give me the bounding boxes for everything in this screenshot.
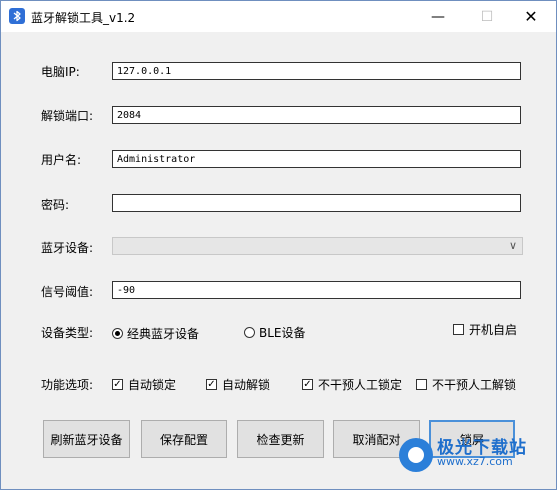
port-input[interactable]: 2084 bbox=[112, 106, 521, 124]
auto-lock-label: 自动锁定 bbox=[128, 378, 177, 392]
checkmark-icon: ✓ bbox=[112, 379, 123, 390]
auto-lock-checkbox[interactable]: ✓ 自动锁定 bbox=[112, 376, 176, 393]
radio-classic-bluetooth[interactable]: 经典蓝牙设备 bbox=[112, 325, 199, 342]
minimize-button[interactable]: — bbox=[415, 1, 461, 32]
no-manual-lock-checkbox[interactable]: ✓ 不干预人工锁定 bbox=[302, 376, 402, 393]
bluetooth-icon bbox=[9, 8, 25, 24]
threshold-label: 信号阈值: bbox=[41, 285, 94, 299]
radio-ble-label: BLE设备 bbox=[259, 326, 306, 340]
chevron-down-icon: ∨ bbox=[508, 239, 517, 252]
radio-unselected-icon bbox=[244, 327, 255, 338]
bt-device-select[interactable]: ∨ bbox=[112, 237, 523, 255]
username-input[interactable]: Administrator bbox=[112, 150, 521, 168]
radio-selected-icon bbox=[112, 328, 123, 339]
functions-label: 功能选项: bbox=[41, 378, 94, 392]
password-input[interactable] bbox=[112, 194, 521, 212]
app-window: 蓝牙解锁工具_v1.2 — ☐ ✕ 电脑IP: 127.0.0.1 解锁端口: … bbox=[0, 0, 557, 490]
no-manual-unlock-label: 不干预人工解锁 bbox=[432, 378, 517, 392]
radio-classic-label: 经典蓝牙设备 bbox=[127, 327, 200, 341]
no-manual-unlock-checkbox[interactable]: 不干预人工解锁 bbox=[416, 376, 516, 393]
watermark: 极光下载站 www.xz7.com bbox=[399, 438, 527, 472]
autostart-checkbox[interactable]: 开机自启 bbox=[453, 321, 517, 338]
checkmark-icon: ✓ bbox=[206, 379, 217, 390]
watermark-url: www.xz7.com bbox=[437, 455, 513, 468]
device-type-label: 设备类型: bbox=[41, 326, 94, 340]
threshold-input[interactable]: -90 bbox=[112, 281, 521, 299]
checkmark-icon: ✓ bbox=[302, 379, 313, 390]
autostart-label: 开机自启 bbox=[469, 323, 518, 337]
checkbox-unchecked-icon bbox=[453, 324, 464, 335]
checkbox-unchecked-icon bbox=[416, 379, 427, 390]
close-button[interactable]: ✕ bbox=[508, 1, 554, 32]
ip-label: 电脑IP: bbox=[41, 65, 80, 79]
check-update-button[interactable]: 检查更新 bbox=[237, 420, 324, 458]
auto-unlock-checkbox[interactable]: ✓ 自动解锁 bbox=[206, 376, 270, 393]
refresh-bluetooth-button[interactable]: 刷新蓝牙设备 bbox=[43, 420, 130, 458]
radio-ble[interactable]: BLE设备 bbox=[244, 324, 306, 341]
password-label: 密码: bbox=[41, 198, 70, 212]
port-label: 解锁端口: bbox=[41, 109, 94, 123]
bt-device-label: 蓝牙设备: bbox=[41, 241, 94, 255]
watermark-name: 极光下载站 bbox=[437, 438, 527, 458]
title-bar[interactable]: 蓝牙解锁工具_v1.2 — ☐ ✕ bbox=[1, 1, 556, 32]
maximize-button[interactable]: ☐ bbox=[464, 1, 510, 32]
username-label: 用户名: bbox=[41, 153, 82, 167]
save-config-button[interactable]: 保存配置 bbox=[141, 420, 227, 458]
no-manual-lock-label: 不干预人工锁定 bbox=[318, 378, 403, 392]
auto-unlock-label: 自动解锁 bbox=[222, 378, 271, 392]
watermark-logo-icon bbox=[399, 438, 433, 472]
window-title: 蓝牙解锁工具_v1.2 bbox=[31, 11, 136, 25]
ip-input[interactable]: 127.0.0.1 bbox=[112, 62, 521, 80]
